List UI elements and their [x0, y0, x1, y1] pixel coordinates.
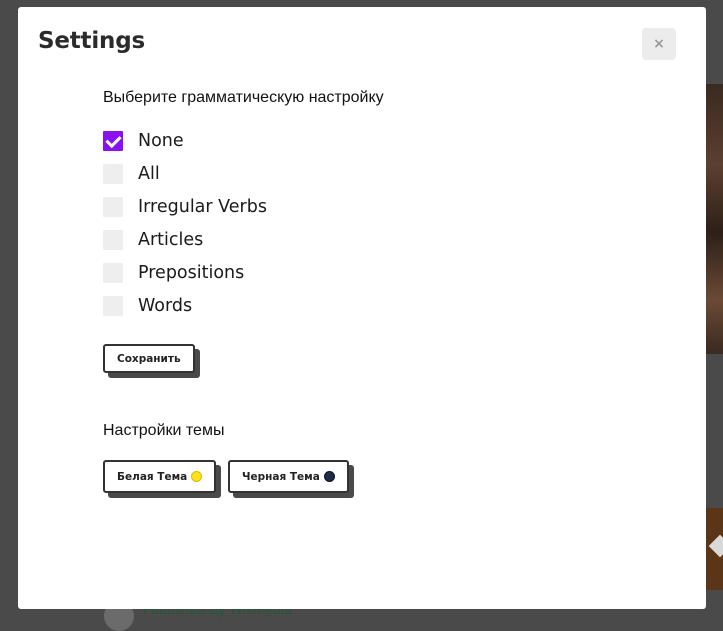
save-button[interactable]: Сохранить — [103, 344, 195, 373]
option-label: Words — [138, 295, 193, 316]
sun-icon — [191, 471, 203, 482]
moon-icon — [323, 471, 335, 482]
checkbox[interactable] — [103, 229, 123, 250]
checkbox[interactable] — [103, 262, 123, 283]
dark-theme-label: Черная Тема — [242, 470, 320, 483]
option-label: Prepositions — [138, 262, 245, 283]
light-theme-label: Белая Тема — [117, 470, 188, 483]
option-irregular-verbs[interactable]: Irregular Verbs — [103, 190, 267, 223]
option-prepositions[interactable]: Prepositions — [103, 256, 267, 289]
checkbox[interactable] — [103, 295, 123, 316]
checkbox[interactable] — [103, 163, 123, 184]
option-none[interactable]: None — [103, 124, 267, 157]
modal-title: Settings — [38, 28, 145, 54]
close-button[interactable]: × — [642, 28, 676, 60]
settings-modal: Settings × Выберите грамматическую настр… — [18, 7, 706, 609]
checkbox-checked[interactable] — [103, 130, 123, 151]
grammar-heading: Выберите грамматическую настройку — [103, 89, 384, 106]
option-words[interactable]: Words — [103, 289, 267, 322]
option-label: None — [138, 130, 184, 151]
option-label: All — [138, 163, 160, 184]
theme-heading: Настройки темы — [103, 422, 225, 439]
light-theme-button[interactable]: Белая Тема — [103, 460, 217, 493]
grammar-options: None All Irregular Verbs Articles Prepos… — [103, 124, 267, 322]
option-articles[interactable]: Articles — [103, 223, 267, 256]
option-all[interactable]: All — [103, 157, 267, 190]
dark-theme-button[interactable]: Черная Тема — [228, 460, 349, 493]
option-label: Irregular Verbs — [138, 196, 267, 217]
background-image — [706, 508, 723, 590]
background-image-arrow — [708, 534, 723, 558]
option-label: Articles — [138, 229, 204, 250]
background-image — [706, 84, 723, 354]
save-button-label: Сохранить — [117, 352, 181, 365]
checkbox[interactable] — [103, 196, 123, 217]
